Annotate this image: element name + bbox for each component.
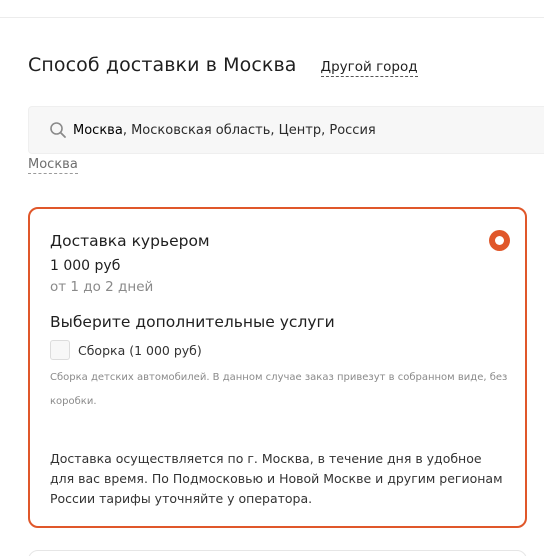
assembly-option[interactable]: Сборка (1 000 руб) bbox=[50, 340, 202, 360]
delivery-info-text: Доставка осуществляется по г. Москва, в … bbox=[50, 451, 503, 506]
page-title: Способ доставки в Москва bbox=[28, 54, 297, 76]
next-delivery-option-card[interactable] bbox=[28, 550, 527, 556]
assembly-option-label: Сборка (1 000 руб) bbox=[78, 342, 202, 358]
search-value-rest: , Московская область, Центр, Россия bbox=[122, 122, 376, 138]
assembly-checkbox[interactable] bbox=[50, 340, 70, 360]
radio-selected-dot bbox=[495, 236, 504, 245]
search-value-highlight: Москва bbox=[73, 122, 123, 138]
delivery-option-card[interactable]: Доставка курьером 1 000 руб от 1 до 2 дн… bbox=[28, 207, 527, 528]
search-value: Москва, Московская область, Центр, Росси… bbox=[73, 123, 376, 138]
delivery-price: 1 000 руб bbox=[50, 258, 121, 274]
city-suggestion-link[interactable]: Москва bbox=[28, 157, 78, 174]
delivery-term: от 1 до 2 дней bbox=[50, 279, 154, 295]
search-icon bbox=[49, 121, 67, 139]
other-city-link[interactable]: Другой город bbox=[320, 59, 418, 77]
delivery-method-title: Доставка курьером bbox=[50, 232, 210, 250]
heading-row: Способ доставки в Москва Другой город bbox=[28, 54, 418, 77]
assembly-option-note: Сборка детских автомобилей. В данном слу… bbox=[50, 372, 508, 407]
top-divider bbox=[0, 17, 544, 18]
extra-services-title: Выберите дополнительные услуги bbox=[50, 313, 335, 331]
address-search-field[interactable]: Москва, Московская область, Центр, Росси… bbox=[28, 106, 544, 154]
delivery-option-radio[interactable] bbox=[489, 230, 510, 251]
